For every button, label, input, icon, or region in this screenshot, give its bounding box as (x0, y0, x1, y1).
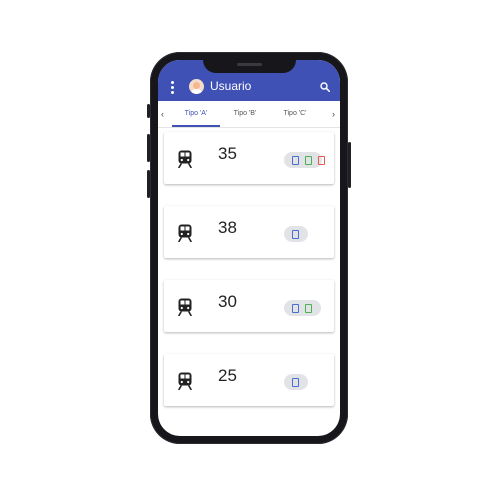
document-icon (305, 304, 312, 313)
tab-bar: ‹ Tipo 'A' Tipo 'B' Tipo 'C' › (158, 101, 340, 128)
list-item[interactable]: 30 (164, 280, 334, 332)
side-button-left-1 (147, 104, 150, 118)
list-item[interactable]: 38 (164, 206, 334, 258)
document-icon (292, 378, 299, 387)
train-icon (178, 224, 192, 242)
list-item[interactable]: 35 (164, 132, 334, 184)
item-number: 30 (218, 292, 237, 311)
side-button-right (348, 142, 351, 188)
side-button-left-2 (147, 134, 150, 162)
app-title: Usuario (210, 79, 252, 93)
item-number: 38 (218, 218, 237, 237)
document-badge (284, 226, 308, 242)
tab-active-indicator (172, 125, 220, 127)
train-icon (178, 150, 192, 168)
document-icon (292, 230, 299, 239)
document-icon (292, 156, 299, 165)
train-icon (178, 372, 192, 390)
item-number: 25 (218, 366, 237, 385)
chevron-right-icon[interactable]: › (332, 109, 335, 119)
document-badge (284, 374, 308, 390)
tab-tipo-c[interactable]: Tipo 'C' (270, 101, 320, 127)
more-vert-icon[interactable] (171, 81, 177, 95)
phone-screen: Usuario ‹ Tipo 'A' Tipo 'B' Tipo 'C' › 3… (158, 60, 340, 436)
tab-tipo-b[interactable]: Tipo 'B' (220, 101, 270, 127)
train-icon (178, 298, 192, 316)
document-icon (318, 156, 325, 165)
search-icon[interactable] (320, 82, 330, 92)
chevron-left-icon[interactable]: ‹ (161, 109, 164, 119)
document-badge (284, 152, 325, 168)
list-item[interactable]: 25 (164, 354, 334, 406)
side-button-left-3 (147, 170, 150, 198)
phone-speaker (237, 63, 262, 66)
item-number: 35 (218, 144, 237, 163)
document-icon (292, 304, 299, 313)
user-avatar[interactable] (189, 79, 204, 94)
tab-tipo-a[interactable]: Tipo 'A' (172, 101, 220, 127)
document-badge (284, 300, 321, 316)
document-icon (305, 156, 312, 165)
